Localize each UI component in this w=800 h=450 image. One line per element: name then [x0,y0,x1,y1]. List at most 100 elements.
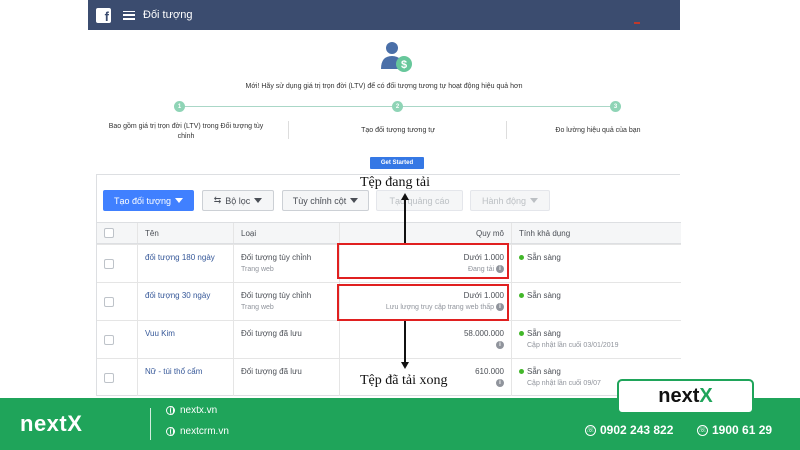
audience-type: Đối tượng đã lưu [241,329,302,338]
filter-icon: ⇆ [213,195,222,205]
step-divider [506,121,507,139]
info-icon[interactable]: i [496,379,504,388]
phone-icon: ☏ [697,424,708,436]
chevron-down-icon [174,198,183,203]
page-title: Đối tượng [143,9,193,21]
step-3-number: 3 [610,101,621,112]
ready-status-dot [519,255,524,261]
availability-status: Sẵn sàng [527,367,561,376]
step-2-number: 2 [392,101,403,112]
audience-type-cell: Đối tượng tùy chỉnh Trang web [233,245,339,282]
availability-cell: Sẵn sàng [511,283,681,320]
step-divider [288,121,289,139]
chevron-down-icon [350,198,359,203]
get-started-button[interactable]: Get Started [370,157,424,169]
audience-type-cell: Đối tượng đã lưu [233,359,339,396]
audience-size: 610.000 [475,367,504,376]
create-ad-label: Tạo quảng cáo [389,195,450,206]
ready-status-dot [519,369,524,375]
customize-columns-button[interactable]: Tùy chỉnh cột [282,190,369,211]
last-updated: Cập nhật lần cuối 03/01/2019 [527,342,619,349]
annotation-line [404,321,406,363]
actions-button[interactable]: Hành động [470,190,550,211]
audience-size-info: i [347,340,504,352]
step-1-label: Bao gồm giá trị trọn đời (LTV) trong Đối… [108,123,264,140]
actions-label: Hành động [481,195,527,206]
arrow-down-icon [401,362,409,369]
audience-type: Đối tượng tùy chỉnh [241,291,312,300]
globe-icon [166,406,175,415]
column-size[interactable]: Quy mô [339,223,511,243]
availability-cell: Sẵn sàng [511,245,681,282]
loading-annotation: Tệp đang tải [360,175,430,190]
availability-status: Sẵn sàng [527,329,561,338]
ready-status-dot [519,293,524,299]
audience-type-cell: Đối tượng đã lưu [233,321,339,358]
top-bar: f Đối tượng [88,0,680,30]
audience-name-link[interactable]: Vuu Kim [137,321,233,358]
phone-number[interactable]: ☏ 0902 243 822 [585,423,673,437]
loaded-highlight-box [337,284,509,321]
annotation-line [404,199,406,243]
row-checkbox[interactable] [104,335,114,345]
table-header: Tên Loại Quy mô Tính khả dụng [97,222,681,244]
audience-type: Đối tượng đã lưu [241,367,302,376]
phone-text: 0902 243 822 [600,423,674,437]
footer-brand: nextX [20,411,83,436]
ready-status-dot [519,331,524,337]
svg-text:$: $ [401,59,407,71]
create-audience-label: Tạo đối tượng [114,195,171,206]
filter-button[interactable]: ⇆ Bộ lọc [202,190,274,211]
step-2-label: Tạo đối tượng tương tự [361,127,435,134]
user-dollar-icon: $ [381,42,412,72]
chevron-down-icon [254,198,263,203]
footer-divider [150,408,151,440]
column-availability[interactable]: Tính khả dụng [511,223,681,243]
globe-icon [166,427,175,436]
availability-cell: Sẵn sàng Cập nhật lần cuối 03/01/2019 [511,321,681,358]
hotline-number[interactable]: ☏ 1900 61 29 [697,423,772,437]
column-name[interactable]: Tên [137,223,233,243]
audience-size: 58.000.000 [463,329,504,338]
table-row[interactable]: Vuu Kim Đối tượng đã lưu 58.000.000 i Sẵn… [97,320,681,358]
audience-type-source: Trang web [241,266,274,273]
audience-type: Đối tượng tùy chỉnh [241,253,312,262]
info-icon[interactable]: i [496,341,504,350]
audience-name-link[interactable]: đối tượng 30 ngày [137,283,233,320]
hotline-text: 1900 61 29 [712,423,773,437]
website-link[interactable]: nextcrm.vn [166,426,229,437]
create-audience-button[interactable]: Tạo đối tượng [103,190,194,211]
logo-text: next [658,385,700,407]
audience-size-cell: 58.000.000 i [339,321,511,358]
step-3-label: Đo lường hiệu quả của bạn [555,127,641,134]
phone-icon: ☏ [585,424,596,436]
website-text: nextcrm.vn [180,426,229,437]
customize-columns-label: Tùy chỉnh cột [292,195,347,206]
loaded-annotation: Tệp đã tải xong [360,373,448,388]
audience-name-link[interactable]: đối tượng 180 ngày [137,245,233,282]
step-1-number: 1 [174,101,185,112]
column-type[interactable]: Loại [233,223,339,243]
loading-highlight-box [337,243,509,279]
website-link[interactable]: nextx.vn [166,405,217,416]
filter-label: Bộ lọc [225,195,251,206]
hamburger-menu-icon[interactable] [123,10,135,20]
audience-name-link[interactable]: Nữ - túi thổ cẩm [137,359,233,396]
facebook-logo-icon[interactable]: f [96,7,111,23]
chevron-down-icon [530,198,539,203]
select-all-checkbox[interactable] [104,228,114,238]
screenshot: f Đối tượng $ Mới! Hãy sử dụng giá trị t… [0,0,800,450]
audience-type-source: Trang web [241,304,274,311]
ltv-onboarding: $ Mới! Hãy sử dụng giá trị trọn đời (LTV… [88,30,680,172]
nextx-logo: next X [617,379,754,414]
row-checkbox[interactable] [104,373,114,383]
ltv-message: Mới! Hãy sử dụng giá trị trọn đời (LTV) … [245,83,523,90]
logo-accent: X [699,385,713,407]
notification-mark [634,22,640,24]
availability-status: Sẵn sàng [527,291,561,300]
audience-type-cell: Đối tượng tùy chỉnh Trang web [233,283,339,320]
website-text: nextx.vn [180,405,218,416]
row-checkbox[interactable] [104,259,114,269]
row-checkbox[interactable] [104,297,114,307]
create-ad-button[interactable]: Tạo quảng cáo [376,190,463,211]
